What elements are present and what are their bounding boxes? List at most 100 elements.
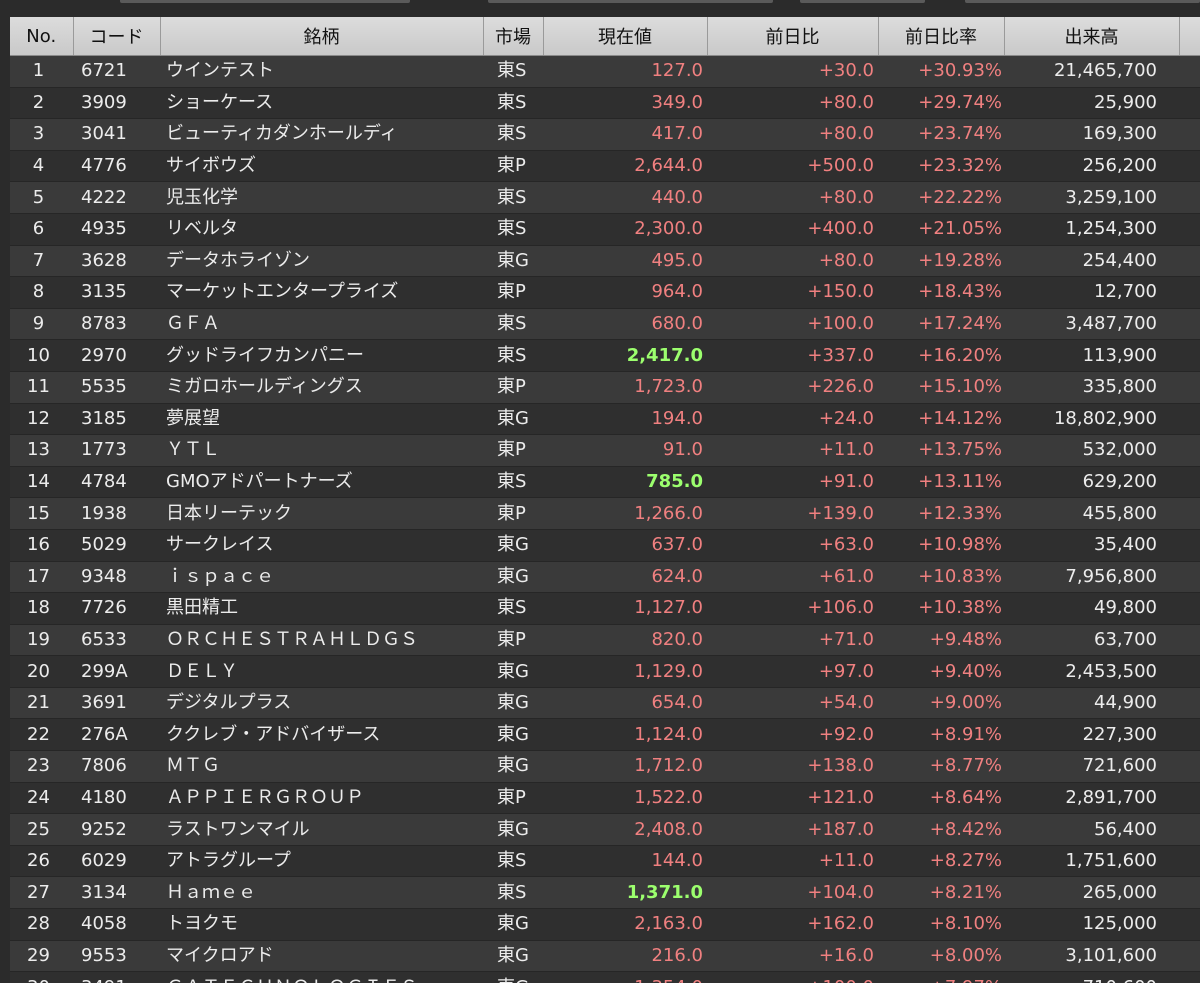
cell-code: 8783 (73, 308, 160, 340)
toolbar-tab[interactable] (488, 0, 773, 3)
cell-rate: +14.12% (878, 403, 1004, 435)
cell-change: +500.0 (707, 150, 878, 182)
cell-rate: +15.10% (878, 371, 1004, 404)
cell-name: GMOアドパートナーズ (160, 466, 483, 498)
toolbar-tab[interactable] (800, 0, 925, 3)
cell-no: 15 (10, 497, 73, 530)
table-row[interactable]: 303491ＧＡＴＥＣＨＮＯＬＯＧＩＥＳ東G1,354.0+100.0+7.97… (10, 971, 1200, 983)
table-row[interactable]: 6 4935 リベルタ 東S 2,300.0 +400.0 +21.05% 1,254,300 (10, 213, 1200, 246)
table-row[interactable]: 24 4180 ＡＰＰＩＥＲＧＲＯＵＰ 東P 1,522.0 +121.0 +8.64% 2,… (10, 782, 1200, 814)
table-row[interactable]: 11 5535 ミガロホールディングス 東P 1,723.0 +226.0 +15.10% 3… (10, 371, 1200, 404)
cell-change: +11.0 (707, 434, 878, 467)
cell-volume: 3,101,600 (1004, 940, 1179, 972)
toolbar-tab[interactable] (120, 0, 410, 3)
cell-spacer (1179, 87, 1200, 119)
cell-volume: 18,802,900 (1004, 403, 1179, 435)
cell-code: 9252 (73, 813, 160, 846)
table-row[interactable]: 26 6029 アトラグループ 東S 144.0 +11.0 +8.27% 1,751,600 (10, 845, 1200, 877)
cell-market: 東G (483, 908, 543, 941)
ranking-table-container: No. コード 銘柄 市場 現在値 前日比 前日比率 出来高 1 6721 ウインテ… (10, 17, 1200, 983)
table-row[interactable]: 4 4776 サイボウズ 東P 2,644.0 +500.0 +23.32% 256,200 (10, 150, 1200, 182)
cell-spacer (1179, 561, 1200, 593)
table-row[interactable]: 27 3134 Ｈａｍｅｅ 東S 1,371.0 +104.0 +8.21% 265,000 (10, 876, 1200, 909)
cell-change: +71.0 (707, 624, 878, 656)
cell-market: 東P (483, 624, 543, 656)
table-row[interactable]: 2 3909 ショーケース 東S 349.0 +80.0 +29.74% 25,900 (10, 87, 1200, 119)
column-header-rate[interactable]: 前日比率 (878, 17, 1005, 56)
cell-spacer (1179, 940, 1200, 972)
cell-price: 417.0 (543, 118, 707, 151)
table-row[interactable]: 1 6721 ウインテスト 東S 127.0 +30.0 +30.93% 21,465,700 (10, 55, 1200, 88)
cell-volume: 3,487,700 (1004, 308, 1179, 340)
cell-volume: 710,600 (1004, 971, 1179, 983)
cell-code: 7806 (73, 750, 160, 783)
column-header-market[interactable]: 市場 (483, 17, 544, 56)
cell-market: 東S (483, 339, 543, 372)
table-row[interactable]: 8 3135 マーケットエンタープライズ 東P 964.0 +150.0 +18.43% 12… (10, 276, 1200, 309)
cell-spacer (1179, 813, 1200, 846)
cell-name: サークレイス (160, 529, 483, 561)
cell-name: ｉｓｐａｃｅ (160, 561, 483, 593)
column-header-change[interactable]: 前日比 (707, 17, 879, 56)
cell-no: 21 (10, 687, 73, 719)
cell-change: +80.0 (707, 245, 878, 277)
cell-rate: +23.74% (878, 118, 1004, 151)
column-header-spacer (1179, 17, 1200, 56)
cell-rate: +13.75% (878, 434, 1004, 467)
column-header-name[interactable]: 銘柄 (160, 17, 484, 56)
table-row[interactable]: 5 4222 児玉化学 東S 440.0 +80.0 +22.22% 3,259,100 (10, 181, 1200, 214)
cell-spacer (1179, 181, 1200, 214)
cell-volume: 254,400 (1004, 245, 1179, 277)
cell-price: 495.0 (543, 245, 707, 277)
cell-spacer (1179, 150, 1200, 182)
cell-name: トヨクモ (160, 908, 483, 941)
cell-name: ショーケース (160, 87, 483, 119)
cell-change: +226.0 (707, 371, 878, 404)
column-header-no[interactable]: No. (10, 17, 74, 56)
table-row[interactable]: 28 4058 トヨクモ 東G 2,163.0 +162.0 +8.10% 125,000 (10, 908, 1200, 941)
table-row[interactable]: 23 7806 ＭＴＧ 東G 1,712.0 +138.0 +8.77% 721,600 (10, 750, 1200, 783)
column-header-volume[interactable]: 出来高 (1004, 17, 1180, 56)
table-row[interactable]: 12 3185 夢展望 東G 194.0 +24.0 +14.12% 18,802,900 (10, 403, 1200, 435)
table-row[interactable]: 21 3691 デジタルプラス 東G 654.0 +54.0 +9.00% 44,900 (10, 687, 1200, 719)
table-row[interactable]: 16 5029 サークレイス 東G 637.0 +63.0 +10.98% 35,400 (10, 529, 1200, 561)
cell-spacer (1179, 497, 1200, 530)
cell-volume: 1,751,600 (1004, 845, 1179, 877)
cell-spacer (1179, 592, 1200, 625)
cell-market: 東G (483, 529, 543, 561)
column-header-code[interactable]: コード (73, 17, 161, 56)
table-row[interactable]: 9 8783 ＧＦＡ 東S 680.0 +100.0 +17.24% 3,487,700 (10, 308, 1200, 340)
cell-no: 18 (10, 592, 73, 625)
table-row[interactable]: 14 4784 GMOアドパートナーズ 東S 785.0 +91.0 +13.11% 629,… (10, 466, 1200, 498)
cell-name: 黒田精工 (160, 592, 483, 625)
cell-name: ＤＥＬＹ (160, 655, 483, 688)
cell-rate: +13.11% (878, 466, 1004, 498)
table-row[interactable]: 25 9252 ラストワンマイル 東G 2,408.0 +187.0 +8.42% 56,40… (10, 813, 1200, 846)
table-row[interactable]: 15 1938 日本リーテック 東P 1,266.0 +139.0 +12.33% 455,8… (10, 497, 1200, 530)
cell-rate: +8.91% (878, 718, 1004, 751)
cell-spacer (1179, 718, 1200, 751)
cell-name: リベルタ (160, 213, 483, 246)
table-row[interactable]: 7 3628 データホライゾン 東G 495.0 +80.0 +19.28% 254,400 (10, 245, 1200, 277)
top-toolbar-strip (0, 0, 1200, 12)
cell-name: ＭＴＧ (160, 750, 483, 783)
toolbar-tab[interactable] (965, 0, 1200, 3)
table-row[interactable]: 10 2970 グッドライフカンパニー 東S 2,417.0 +337.0 +16.20% 1… (10, 339, 1200, 372)
table-row[interactable]: 13 1773 ＹＴＬ 東P 91.0 +11.0 +13.75% 532,000 (10, 434, 1200, 467)
table-row[interactable]: 29 9553 マイクロアド 東G 216.0 +16.0 +8.00% 3,101,600 (10, 940, 1200, 972)
cell-volume: 532,000 (1004, 434, 1179, 467)
cell-market: 東S (483, 213, 543, 246)
column-header-price[interactable]: 現在値 (543, 17, 708, 56)
table-row[interactable]: 18 7726 黒田精工 東S 1,127.0 +106.0 +10.38% 49,800 (10, 592, 1200, 625)
table-row[interactable]: 22 276A ククレブ・アドバイザース 東G 1,124.0 +92.0 +8.91% 22… (10, 718, 1200, 751)
table-row[interactable]: 19 6533 ＯＲＣＨＥＳＴＲＡＨＬＤＧＳ 東P 820.0 +71.0 +9.48% 63… (10, 624, 1200, 656)
cell-code: 4222 (73, 181, 160, 214)
table-row[interactable]: 3 3041 ビューティカダンホールディ 東S 417.0 +80.0 +23.74% 169… (10, 118, 1200, 151)
cell-name: Ｈａｍｅｅ (160, 876, 483, 909)
cell-change: +187.0 (707, 813, 878, 846)
table-row[interactable]: 20 299A ＤＥＬＹ 東G 1,129.0 +97.0 +9.40% 2,453,500 (10, 655, 1200, 688)
cell-market: 東S (483, 181, 543, 214)
cell-price: 637.0 (543, 529, 707, 561)
cell-volume: 63,700 (1004, 624, 1179, 656)
table-row[interactable]: 17 9348 ｉｓｐａｃｅ 東G 624.0 +61.0 +10.83% 7,956,800 (10, 561, 1200, 593)
